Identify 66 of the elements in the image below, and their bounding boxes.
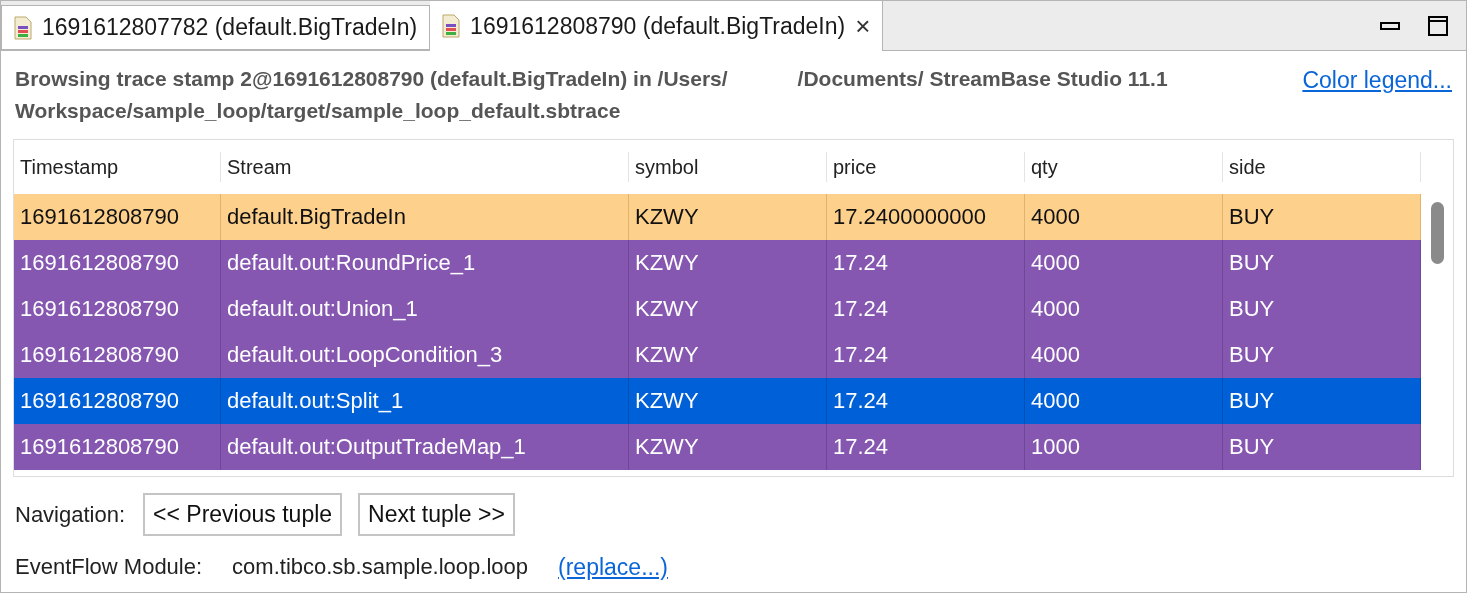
table-cell: 1691612808790 — [14, 286, 221, 332]
module-name: com.tibco.sb.sample.loop.loop — [232, 553, 529, 582]
document-icon — [14, 15, 32, 40]
column-header[interactable]: side — [1223, 152, 1421, 182]
column-header[interactable]: qty — [1025, 152, 1223, 182]
table-cell: 17.24 — [827, 424, 1025, 470]
minimize-icon[interactable] — [1380, 21, 1400, 30]
table-cell: 17.24 — [827, 286, 1025, 332]
tab-label: 1691612807782 (default.BigTradeIn) — [42, 13, 418, 43]
editor-tab[interactable]: 1691612807782 (default.BigTradeIn) — [1, 5, 431, 50]
table-cell: KZWY — [629, 240, 827, 286]
table-cell: default.out:LoopCondition_3 — [221, 332, 629, 378]
table-cell: 4000 — [1025, 378, 1223, 424]
table-cell: BUY — [1223, 424, 1421, 470]
table-cell: 1691612808790 — [14, 424, 221, 470]
table-cell: default.out:Union_1 — [221, 286, 629, 332]
table-cell: BUY — [1223, 286, 1421, 332]
module-label: EventFlow Module: — [15, 553, 203, 582]
table-cell: 4000 — [1025, 194, 1223, 240]
column-header[interactable]: price — [827, 152, 1025, 182]
table-cell: 17.24 — [827, 378, 1025, 424]
table-cell: 4000 — [1025, 240, 1223, 286]
table-cell: 1691612808790 — [14, 378, 221, 424]
table-cell: BUY — [1223, 332, 1421, 378]
table-cell: BUY — [1223, 194, 1421, 240]
maximize-icon[interactable] — [1428, 15, 1448, 36]
table-row[interactable]: 1691612808790 default.out:OutputTradeMap_1 KZWY 17.24 1000 BUY — [14, 424, 1421, 470]
table-cell: KZWY — [629, 332, 827, 378]
table-cell: KZWY — [629, 378, 827, 424]
navigation-label: Navigation: — [15, 500, 126, 529]
scrollbar-thumb[interactable] — [1430, 202, 1444, 264]
document-icon — [442, 14, 461, 38]
color-legend-link[interactable]: Color legend... — [1302, 63, 1452, 127]
table-cell: KZWY — [629, 286, 827, 332]
table-cell: 1000 — [1025, 424, 1223, 470]
table-cell: BUY — [1223, 378, 1421, 424]
nav-button[interactable]: << Previous tuple — [143, 493, 343, 536]
editor-tab[interactable]: 1691612808790 (default.BigTradeIn) × — [430, 1, 884, 51]
close-button[interactable]: × — [855, 13, 871, 39]
trace-heading: Browsing trace stamp 2@1691612808790 (default.BigTradeIn) in /Users/ /Documents/ StreamBase Studio 11.1 Workspace/sample_loop/target/sample_loop_default.sbtrace — [15, 66, 1169, 124]
table-cell: 1691612808790 — [14, 240, 221, 286]
nav-button[interactable]: Next tuple >> — [358, 493, 515, 536]
table-cell: 17.2400000000 — [827, 194, 1025, 240]
table-row[interactable]: 1691612808790 default.out:LoopCondition_3 KZWY 17.24 4000 BUY — [14, 332, 1421, 378]
column-header[interactable]: symbol — [629, 152, 827, 182]
table-cell: KZWY — [629, 194, 827, 240]
replace-link[interactable]: (replace...) — [558, 549, 668, 584]
table-cell: default.out:Split_1 — [221, 378, 629, 424]
table-cell: default.BigTradeIn — [221, 194, 629, 240]
table-cell: default.out:RoundPrice_1 — [221, 240, 629, 286]
table-cell: 4000 — [1025, 286, 1223, 332]
table-row[interactable]: 1691612808790 default.out:Split_1 KZWY 17.24 4000 BUY — [14, 378, 1421, 424]
table-cell: default.out:OutputTradeMap_1 — [221, 424, 629, 470]
tab-label: 1691612808790 (default.BigTradeIn) — [470, 11, 846, 41]
column-header[interactable]: Stream — [221, 152, 629, 182]
table-cell: 17.24 — [827, 332, 1025, 378]
table-cell: 4000 — [1025, 332, 1223, 378]
table-cell: BUY — [1223, 240, 1421, 286]
table-row[interactable]: 1691612808790 default.out:RoundPrice_1 KZWY 17.24 4000 BUY — [14, 240, 1421, 286]
table-cell: 17.24 — [827, 240, 1025, 286]
column-header[interactable]: Timestamp — [14, 152, 221, 182]
table-row[interactable]: 1691612808790 default.out:Union_1 KZWY 17.24 4000 BUY — [14, 286, 1421, 332]
table-cell: 1691612808790 — [14, 332, 221, 378]
table-row[interactable]: 1691612808790 default.BigTradeIn KZWY 17.2400000000 4000 BUY — [14, 194, 1421, 240]
table-cell: 1691612808790 — [14, 194, 221, 240]
table-cell: KZWY — [629, 424, 827, 470]
